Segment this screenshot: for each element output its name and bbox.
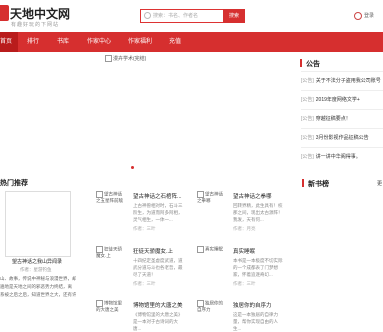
broken-image-icon <box>197 300 204 307</box>
broken-image-icon <box>96 300 103 307</box>
notice-item[interactable]: [公告] 关于不法分子盗用我公司账号 <box>301 77 381 84</box>
site-subtitle: 有趣好玩的下网站 <box>11 22 60 28</box>
featured-book-desc: 系被之后之后，知道世界之大，还有许多 <box>0 292 76 297</box>
site-title[interactable]: 天地中文网 <box>10 5 70 22</box>
more-link[interactable]: 更 <box>377 180 382 187</box>
main-nav: 首页 排行 书库 作家中心 作家福利 充值 <box>0 32 383 52</box>
new-books-title: 新书榜 <box>308 181 329 188</box>
book-cover[interactable]: 望古神话之五星阵前敌 <box>96 191 126 203</box>
search-input[interactable]: 搜索：书名、作者名 <box>140 9 223 23</box>
banner-image[interactable]: 漫卉学术(完结) <box>105 55 146 63</box>
divider <box>301 128 383 129</box>
notice-title: 公告 <box>306 61 320 68</box>
logo-icon[interactable] <box>0 5 9 21</box>
login-link[interactable]: 登录 <box>364 12 374 19</box>
featured-book-desc: 遍地是天地之间的邪恶势力终结，离 <box>0 284 72 289</box>
broken-image-icon <box>96 246 103 253</box>
nav-item-recharge[interactable]: 充值 <box>169 32 181 52</box>
featured-book-cover[interactable] <box>5 191 71 257</box>
book-desc: 回转界精，此生具有！校那之间，现出太古源阵！我发，天有何... <box>233 203 283 222</box>
book-desc: 《博物馆里的大唐之美》是一本对于古诗词的大唐... <box>133 312 183 331</box>
broken-image-icon <box>105 55 112 63</box>
featured-book-title[interactable]: 望古神话之我山异闻录 <box>12 258 62 265</box>
book-cover[interactable]: 独居你的自序力 <box>197 300 227 312</box>
nav-item-ranking[interactable]: 排行 <box>27 32 39 52</box>
book-author: 作者：月亮 <box>233 226 256 231</box>
notice-item[interactable]: [公告] 穿越征稿要点！ <box>301 115 351 122</box>
book-author: 作者：三叶 <box>133 281 156 286</box>
notice-item[interactable]: [公告] 讲一讲中华阁得事。 <box>301 153 361 160</box>
book-desc: 这是一本独居的自律力量，帮你实现自由的人生... <box>233 312 278 331</box>
notice-item[interactable]: [公告] 3月份影视作品征稿公告 <box>301 134 369 141</box>
nav-item-author-center[interactable]: 作家中心 <box>87 32 111 52</box>
broken-image-icon <box>197 191 204 198</box>
divider <box>301 90 383 91</box>
nav-item-library[interactable]: 书库 <box>57 32 69 52</box>
search-placeholder: 搜索：书名、作者名 <box>153 13 199 19</box>
featured-book-desc: 山、故事，传说中神秘与浪漫世界，却与 <box>0 276 76 281</box>
book-title[interactable]: 独居你的自序力 <box>233 301 272 309</box>
book-author: 作者：三叶 <box>133 226 156 231</box>
broken-image-icon <box>96 191 103 198</box>
hot-title: 热门推荐 <box>0 180 28 187</box>
book-author: 作者：三叶 <box>233 281 256 286</box>
book-title[interactable]: 狂徒天骄魔女.上 <box>133 247 173 255</box>
divider <box>301 71 383 72</box>
broken-image-icon <box>197 246 204 253</box>
search-button[interactable]: 搜索 <box>223 9 245 23</box>
search-icon <box>144 12 151 19</box>
book-cover[interactable]: 望古神话之拳哪 <box>197 191 227 203</box>
book-title[interactable]: 望古神话之拳哪 <box>233 192 272 200</box>
book-cover[interactable]: 狂徒天骄魔女.上 <box>96 246 126 258</box>
book-cover[interactable]: 真实睡眠 <box>197 246 227 253</box>
book-title[interactable]: 真实睡眠 <box>233 247 255 255</box>
carousel-dot[interactable] <box>131 166 134 169</box>
user-icon[interactable] <box>354 12 362 20</box>
notice-item[interactable]: [公告] 2019年度网络文学+ <box>301 96 360 103</box>
book-desc: 本书是一本极度不切实际的一个成都表了门梦想家，怀着追逐奇幻... <box>233 258 283 277</box>
notice-marker <box>300 59 302 67</box>
book-desc: 十四纪定圣虚度武道，道武分道与斗也各老哲，最尽了天道！ <box>133 258 183 277</box>
book-title[interactable]: 望古神话之石棺阵... <box>133 192 182 200</box>
nav-item-author-benefits[interactable]: 作家福利 <box>128 32 152 52</box>
featured-book-author: 作者：星游钓鱼 <box>20 267 52 272</box>
book-title[interactable]: 博物馆里的大唐之美 <box>133 301 183 309</box>
nav-item-home[interactable]: 首页 <box>0 32 19 52</box>
book-desc: 上古神兽相对时，石斗三阶生，为道而阿多阿相，灵气相生，一体一... <box>133 203 183 222</box>
new-books-marker <box>302 179 304 187</box>
book-cover[interactable]: 博物馆里的大唐之美 <box>96 300 126 312</box>
divider <box>301 147 383 148</box>
divider <box>301 109 383 110</box>
